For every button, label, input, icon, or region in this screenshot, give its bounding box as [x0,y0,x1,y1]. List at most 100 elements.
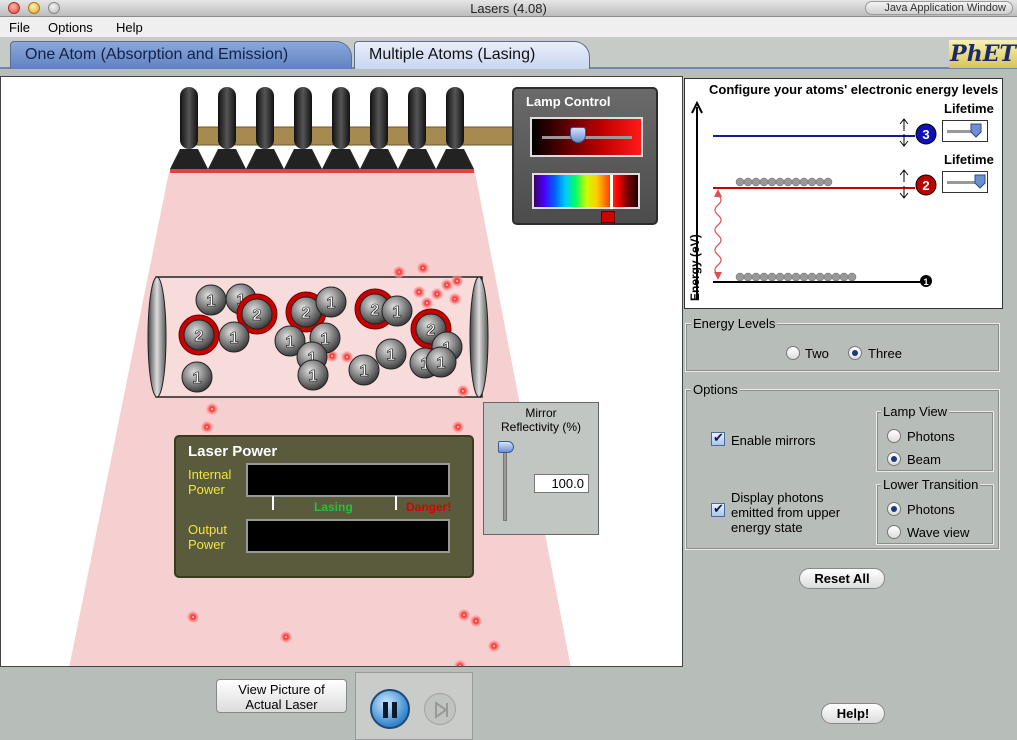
level-1-badge: 1 [923,277,928,287]
tab-bar: One Atom (Absorption and Emission) Multi… [0,38,1017,69]
svg-text:2: 2 [195,328,204,345]
energy-axis-label: Energy (eV) [688,234,702,301]
lower-transition-wave-label[interactable]: Wave view [907,525,969,540]
lower-transition-photons-label[interactable]: Photons [907,502,955,517]
lasing-threshold-tick [272,496,274,510]
level-2-badge: 2 [922,178,929,193]
danger-threshold-tick [395,496,397,510]
view-picture-button[interactable]: View Picture of Actual Laser [216,679,347,713]
options-title: Options [691,382,740,397]
ground-atom: 1 [181,361,213,393]
menu-file[interactable]: File [9,20,30,35]
svg-text:1: 1 [393,304,402,321]
step-button[interactable] [424,693,456,725]
svg-text:2: 2 [302,305,311,322]
ground-atom: 1 [375,338,407,370]
energy-levels-title: Energy Levels [691,316,778,331]
wavelength-pointer-handle[interactable] [601,211,615,223]
menu-options[interactable]: Options [48,20,93,35]
svg-text:2: 2 [371,302,380,319]
step-icon [435,701,448,719]
lamp-slider-thumb[interactable] [570,127,586,143]
energy-level-diagram: Configure your atoms' electronic energy … [684,78,1003,309]
options-group: Options Enable mirrors Display photons e… [685,382,1000,550]
lamp-view-beam-radio[interactable] [887,452,901,466]
two-levels-label[interactable]: Two [805,346,829,361]
lamp-view-group: Lamp View Photons Beam [876,404,994,472]
window-title-bar: Lasers (4.08) Java Application Window [0,0,1017,17]
energy-levels-drawing: Energy (eV) 3 2 1 [688,100,937,301]
lamp-support-rod [195,126,517,146]
menu-bar: File Options Help [0,17,1017,38]
enable-mirrors-label[interactable]: Enable mirrors [731,433,816,448]
ground-atom: 1 [381,295,413,327]
mirror-reflectivity-slider[interactable] [503,449,507,521]
mirror-reflectivity-thumb[interactable] [498,441,514,453]
lamp-intensity-slider[interactable] [530,117,643,157]
tab-multiple-atoms[interactable]: Multiple Atoms (Lasing) [354,41,590,69]
help-button[interactable]: Help! [821,703,885,724]
reset-all-button[interactable]: Reset All [799,568,885,589]
mirror-reflectivity-title: Mirror Reflectivity (%) [500,406,581,434]
ground-atom: 1 [297,359,329,391]
right-mirror [469,276,489,398]
svg-text:1: 1 [230,330,239,347]
two-levels-radio[interactable] [786,346,800,360]
simulation-canvas: 11221212111211111111 Lamp Control Laser … [0,76,683,667]
ground-atom: 1 [195,284,227,316]
ground-atom: 1 [218,321,250,353]
lower-transition-group: Lower Transition Photons Wave view [876,477,994,545]
mirror-reflectivity-input[interactable]: 100.0 [534,474,589,493]
wavelength-spectrum[interactable] [532,173,640,209]
danger-label: Danger! [406,500,452,514]
excited-atom: 2 [178,314,220,356]
tab-one-atom[interactable]: One Atom (Absorption and Emission) [10,41,352,69]
lamp-view-photons-label[interactable]: Photons [907,429,955,444]
wavelength-marker [610,175,613,209]
svg-text:1: 1 [360,363,369,380]
mirror-reflectivity-control: Mirror Reflectivity (%) 100.0 [483,402,599,535]
enable-mirrors-checkbox[interactable] [711,430,725,446]
ground-atom: 1 [425,346,457,378]
three-levels-label[interactable]: Three [868,346,902,361]
bottom-control-bar: View Picture of Actual Laser [0,667,683,740]
svg-text:2: 2 [253,307,262,324]
lamp-control-panel: Lamp Control [512,87,658,225]
menu-help[interactable]: Help [116,20,143,35]
left-mirror [147,276,167,398]
svg-text:2: 2 [427,322,436,339]
pause-button[interactable] [370,689,410,729]
internal-power-meter [246,463,450,497]
ground-atom: 1 [348,354,380,386]
display-photons-checkbox[interactable] [711,501,725,517]
pump-wave-arrow [714,194,722,276]
lower-transition-photons-radio[interactable] [887,502,901,516]
java-application-window-label: Java Application Window [865,1,1013,15]
level-1-atoms [735,272,857,282]
svg-text:1: 1 [193,370,202,387]
clock-controls [355,672,473,740]
svg-text:1: 1 [207,293,216,310]
level-2-atoms [735,177,833,187]
energy-levels-group: Energy Levels Two Three [685,316,1000,372]
output-power-meter [246,519,450,553]
lamp-view-photons-radio[interactable] [887,429,901,443]
svg-text:1: 1 [309,368,318,385]
lamp-view-beam-label[interactable]: Beam [907,452,941,467]
lower-transition-wave-radio[interactable] [887,525,901,539]
svg-text:1: 1 [327,295,336,312]
laser-power-title: Laser Power [188,443,278,460]
laser-power-panel: Laser Power Internal Power Lasing Danger… [174,435,474,578]
three-levels-radio[interactable] [848,346,862,360]
lamp-view-title: Lamp View [881,404,950,419]
svg-text:1: 1 [286,334,295,351]
output-power-label: Output Power [188,522,228,552]
level-3-badge: 3 [922,127,929,142]
internal-power-label: Internal Power [188,467,232,497]
display-photons-label[interactable]: Display photons emitted from upper energ… [731,490,840,535]
svg-text:1: 1 [437,355,446,372]
svg-text:1: 1 [387,347,396,364]
ground-atom: 1 [315,286,347,318]
phet-logo[interactable]: PhET [949,40,1017,68]
lamp-slider-track [542,136,632,139]
